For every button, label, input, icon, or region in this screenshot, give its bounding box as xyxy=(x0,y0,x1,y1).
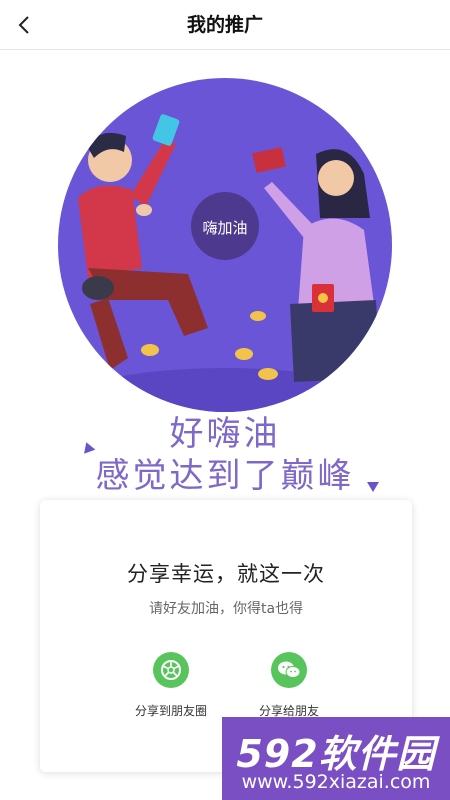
page-title: 我的推广 xyxy=(186,14,263,36)
share-to-moments-button[interactable]: 分享到朋友圈 xyxy=(106,652,236,722)
nav-bar: 我的推广 xyxy=(0,0,450,50)
wechat-icon xyxy=(271,652,307,688)
promo-illustration: 嗨加油 xyxy=(58,78,392,412)
wechat-moments-icon xyxy=(153,652,189,688)
promo-badge-text: 嗨加油 xyxy=(202,219,247,237)
share-moments-label: 分享到朋友圈 xyxy=(134,704,207,718)
share-card-title: 分享幸运，就这一次 xyxy=(127,562,325,586)
watermark: 592软件园 www.592xiazai.com xyxy=(222,717,450,800)
watermark-brand: 592软件园 xyxy=(236,732,436,776)
hero-banner: 嗨加油 好嗨油 感觉达到了巅峰 xyxy=(0,50,450,500)
share-card-subtitle: 请好友加油，你得ta也得 xyxy=(148,601,304,617)
slogan-line2: 感觉达到了巅峰 xyxy=(95,456,355,496)
share-to-friend-button[interactable]: 分享给朋友 xyxy=(224,652,354,722)
decor-triangle-right xyxy=(367,482,379,492)
watermark-url: www.592xiazai.com xyxy=(241,771,431,793)
